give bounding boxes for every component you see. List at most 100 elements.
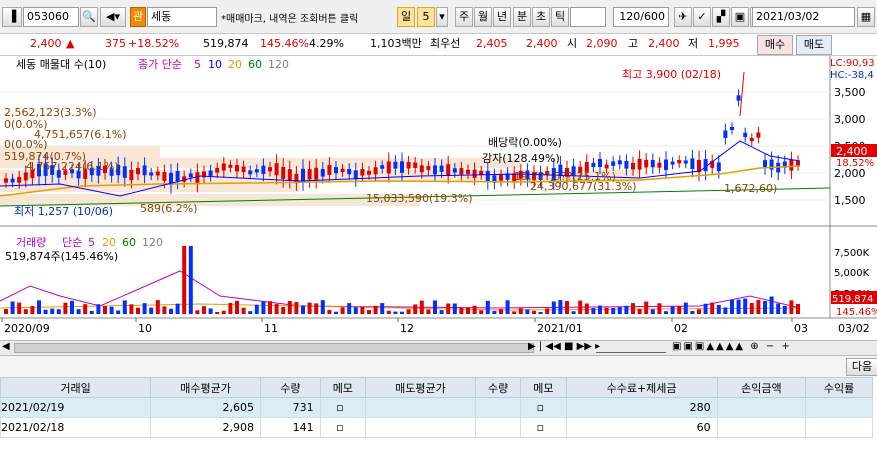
period-month-button[interactable]: 월 — [474, 7, 492, 27]
period-day-button[interactable]: 일 — [397, 7, 415, 27]
table-cell — [474, 397, 522, 418]
period-tick-button[interactable]: 틱 — [551, 7, 569, 27]
count-field[interactable]: 120/600 — [613, 7, 669, 27]
period-minute-button[interactable]: 분 — [513, 7, 531, 27]
table-cell[interactable]: ▫ — [319, 417, 366, 438]
calendar-icon[interactable]: ▦ — [857, 7, 875, 27]
col-header[interactable]: 메모 — [319, 377, 366, 398]
ma-10: 10 — [208, 58, 222, 71]
table-row[interactable]: 2021/02/19 2,605 731 ▫ ▫ 280 — [0, 397, 873, 418]
table-cell: 2,605 — [150, 397, 262, 418]
y-tick: 1,500 — [834, 194, 866, 207]
speaker-icon[interactable]: ◀▾ — [100, 7, 126, 27]
vol-ma-120: 120 — [142, 236, 163, 249]
table-cell — [716, 397, 807, 418]
col-header[interactable]: 메모 — [520, 377, 567, 398]
col-header[interactable]: 수량 — [260, 377, 321, 398]
col-header[interactable]: 수수료+제세금 — [565, 377, 718, 398]
price-tag: 2,400 — [836, 145, 868, 158]
table-cell[interactable]: ▫ — [520, 417, 567, 438]
volume-profile-label: 4,751,657(6.1%) — [34, 128, 127, 141]
x-tick: 02 — [674, 322, 688, 335]
rate-tag: 18.52% — [836, 158, 874, 169]
ma-120: 120 — [268, 58, 289, 71]
low-price: 1,995 — [708, 37, 740, 50]
table-cell: 60 — [565, 417, 718, 438]
up-arrow-icon: ▲ — [66, 37, 75, 50]
stock-code-field[interactable]: 053060 — [23, 7, 79, 27]
table-cell[interactable]: ▫ — [319, 397, 366, 418]
tools-icon[interactable]: ✈ — [674, 7, 692, 27]
lc-label: LC:90,93 — [830, 58, 875, 69]
vol-rate-tag: 145.46% — [836, 307, 877, 318]
ma-label: 종가 단순 — [138, 58, 182, 71]
hint-text: *매매마크, 내역은 조회버튼 클릭 — [221, 14, 359, 25]
chart-scrollbar[interactable]: ◀ ▶ | ◀◀ ■ ▶▶ ▸ ▣▣▣▲▲▲▲ ⊕ − + — [0, 340, 877, 356]
trade-amount: 1,103백만 — [370, 37, 422, 50]
stock-chart[interactable]: 2020/09 10 11 12 2021/01 02 03 03/02 3,500 3,000 2… — [0, 56, 877, 340]
volume: 519,874 — [203, 37, 249, 50]
open-price: 2,090 — [586, 37, 618, 50]
search-icon[interactable]: 🔍 — [80, 7, 98, 27]
col-header[interactable]: 매도평균가 — [364, 377, 476, 398]
table-cell — [805, 417, 873, 438]
sell-button[interactable]: 매도 — [796, 35, 832, 55]
low-note: 최저 1,257 (10/06) — [14, 205, 113, 218]
next-button[interactable]: 다음 — [846, 358, 877, 376]
scroll-thumb[interactable] — [14, 343, 534, 353]
volume-profile-label: 1,672,60) — [724, 182, 777, 195]
price-pane-title: 세동 매물대 수(10) — [16, 58, 106, 71]
nav-controls[interactable]: ▶ | ◀◀ ■ ▶▶ ▸ — [528, 341, 600, 352]
vol-pane-title: 거래량 — [16, 236, 46, 249]
table-row[interactable]: 2021/02/18 2,908 141 ▫ ▫ 60 — [0, 417, 873, 438]
graph-icon[interactable]: ▞ — [712, 7, 730, 27]
dividend-note: 배당락(0.00%) — [488, 136, 562, 149]
chart-area[interactable]: 2020/09 10 11 12 2021/01 02 03 03/02 3,500 3,000 2… — [0, 56, 877, 340]
col-header[interactable]: 수량 — [474, 377, 522, 398]
ma-60: 60 — [248, 58, 262, 71]
period-year-button[interactable]: 년 — [493, 7, 511, 27]
chart-options-icon[interactable]: ▐ — [2, 7, 22, 27]
table-cell: 731 — [260, 397, 321, 418]
chart-tools-icons[interactable]: ▣▣▣▲▲▲▲ ⊕ − + — [672, 341, 792, 352]
x-tick: 2020/09 — [4, 322, 50, 335]
col-header[interactable]: 손익금액 — [716, 377, 807, 398]
zoom-slider[interactable] — [596, 343, 666, 353]
chart-check-icon[interactable]: ✓ — [693, 7, 711, 27]
trade-table: 거래일 매수평균가 수량 메모 매도평균가 수량 메모 수수료+제세금 손익금액 수익률 2021… — [0, 377, 873, 438]
x-tick: 10 — [138, 322, 152, 335]
table-cell: 280 — [565, 397, 718, 418]
col-header[interactable]: 매수평균가 — [150, 377, 262, 398]
table-cell — [364, 417, 476, 438]
y-tick: 3,000 — [834, 113, 866, 126]
stock-name-field[interactable]: 세동 — [147, 7, 217, 27]
col-header[interactable]: 거래일 — [0, 377, 152, 398]
best-bid: 2,400 — [526, 37, 558, 50]
vol-tick: 7,500K — [834, 248, 870, 259]
ma-20: 20 — [228, 58, 242, 71]
period-second-button[interactable]: 초 — [532, 7, 550, 27]
vol-ma-label: 단순 — [62, 236, 82, 249]
scroll-left-icon[interactable]: ◀ — [2, 341, 10, 352]
volume-profile-label: 24,390,677(31.3%) — [530, 180, 637, 193]
table-cell: 2,908 — [150, 417, 262, 438]
col-header[interactable]: 수익률 — [805, 377, 873, 398]
date-field[interactable]: 2021/03/02 — [752, 7, 855, 27]
current-price: 2,400 — [30, 37, 62, 50]
open-label: 시 — [567, 37, 578, 50]
save-icon[interactable]: ▣ — [731, 7, 749, 27]
period-count-dropdown[interactable]: ▾ — [436, 7, 448, 27]
vol-tick: 5,000K — [834, 268, 870, 279]
period-extra-field[interactable] — [570, 7, 606, 27]
table-cell[interactable]: ▫ — [520, 397, 567, 418]
x-tick: 03 — [794, 322, 808, 335]
period-week-button[interactable]: 주 — [455, 7, 473, 27]
ma-5: 5 — [194, 58, 201, 71]
table-cell — [364, 397, 476, 418]
best-ask: 2,405 — [476, 37, 508, 50]
period-count-button[interactable]: 5 — [417, 7, 435, 27]
table-cell: 2021/02/19 — [0, 397, 152, 418]
best-label: 최우선 — [430, 37, 461, 50]
volume-profile-label: 15,033,590(19.3%) — [366, 192, 473, 205]
buy-button[interactable]: 매수 — [757, 35, 793, 55]
